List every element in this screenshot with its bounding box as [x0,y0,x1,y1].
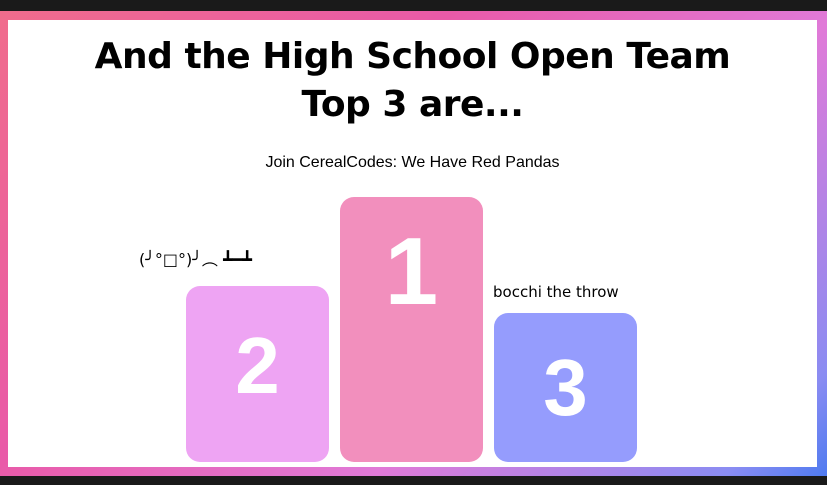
first-place-rank: 1 [384,218,439,325]
third-place-podium: 3 [494,313,637,462]
second-place-podium: 2 [186,286,329,462]
slide-title-line-1: And the High School Open Team [94,36,731,77]
slide-title-line-2: Top 3 are... [301,84,524,125]
first-place-podium: 1 [340,197,483,462]
slide-frame: And the High School Open Team Top 3 are.… [0,11,827,476]
second-place-rank: 2 [235,321,280,410]
third-place-team-name: bocchi the throw [493,283,619,301]
slide-title: And the High School Open Team Top 3 are.… [8,33,817,129]
second-place-team-name: (╯°□°)╯︵ ┻━┻ [139,250,252,269]
slide-canvas: And the High School Open Team Top 3 are.… [8,20,817,467]
third-place-rank: 3 [543,343,588,432]
slide-subtitle: Join CerealCodes: We Have Red Pandas [265,154,560,171]
